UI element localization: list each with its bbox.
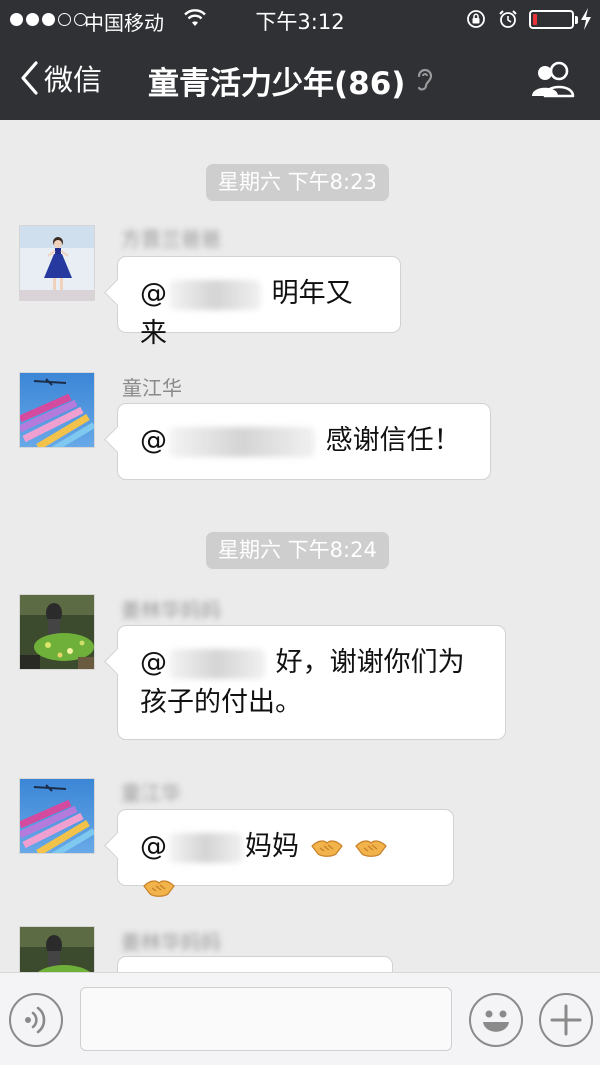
airshow-jets-avatar bbox=[20, 779, 94, 853]
sender-name: 方晋兰爸爸 bbox=[121, 227, 221, 251]
sender-name: 姜林华妈妈 bbox=[121, 598, 221, 622]
more-button[interactable] bbox=[539, 993, 593, 1047]
message-input[interactable] bbox=[80, 987, 452, 1051]
input-bar bbox=[0, 972, 600, 1065]
message-bubble[interactable] bbox=[117, 956, 393, 972]
mention-text: @ bbox=[140, 278, 263, 310]
status-bar: 中国移动 下午3:12 bbox=[0, 0, 600, 38]
message-bubble[interactable]: @ 明年又来 bbox=[117, 256, 401, 349]
mention-text: @ bbox=[140, 647, 267, 679]
back-label: 微信 bbox=[44, 63, 103, 97]
timestamp: 星期六 下午8:23 bbox=[206, 164, 389, 201]
handshake-emoji bbox=[355, 839, 387, 857]
chat-title: 童青活力少年(86) bbox=[148, 60, 435, 102]
voice-input-icon bbox=[25, 1006, 46, 1034]
obscured-name bbox=[169, 426, 315, 457]
top-bar: 中国移动 下午3:12 微信 童青活力少年(86) bbox=[0, 0, 600, 120]
garden-statue-avatar bbox=[20, 927, 94, 972]
chevron-left-icon bbox=[21, 61, 38, 95]
handshake-emoji bbox=[310, 839, 343, 857]
mention-text: @ bbox=[140, 425, 317, 457]
avatar[interactable] bbox=[19, 926, 95, 972]
sender-name: 童江华 bbox=[122, 376, 182, 400]
emoji-button[interactable] bbox=[469, 993, 523, 1047]
sender-name: 姜林华妈妈 bbox=[121, 930, 221, 954]
obscured-name bbox=[169, 832, 243, 863]
earpiece-mode-icon bbox=[418, 68, 433, 91]
rotation-lock-icon bbox=[467, 10, 485, 28]
group-members-icon[interactable] bbox=[528, 60, 578, 100]
chat-area[interactable]: 星期六 下午8:23 方晋兰爸爸 @ 明年又来 童江华 @ 感谢信任！ 星期六 … bbox=[0, 120, 600, 972]
mention-text: @ bbox=[140, 831, 245, 863]
message-text: 感谢信任！ bbox=[317, 425, 461, 456]
garden-statue-avatar bbox=[20, 595, 94, 669]
avatar[interactable] bbox=[19, 778, 95, 854]
avatar[interactable] bbox=[19, 372, 95, 448]
message-bubble[interactable]: @ 妈妈 bbox=[117, 809, 454, 897]
sender-name: 童江华 bbox=[121, 781, 181, 805]
message-text: 妈妈 bbox=[245, 831, 299, 862]
alarm-icon bbox=[499, 10, 517, 28]
airshow-jets-avatar bbox=[20, 373, 94, 447]
obscured-name bbox=[169, 279, 261, 310]
battery-icon bbox=[529, 10, 578, 29]
charging-icon bbox=[581, 8, 591, 30]
emoji-icon bbox=[483, 1010, 509, 1032]
plus-icon bbox=[550, 1004, 582, 1036]
message-bubble[interactable]: @ 好，谢谢你们为孩子的付出。 bbox=[117, 625, 506, 740]
timestamp: 星期六 下午8:24 bbox=[206, 532, 389, 569]
avatar[interactable] bbox=[19, 225, 95, 301]
avatar[interactable] bbox=[19, 594, 95, 670]
handshake-emoji bbox=[143, 879, 175, 897]
girl-blue-dress-avatar bbox=[20, 226, 94, 300]
message-bubble[interactable]: @ 感谢信任！ bbox=[117, 403, 491, 480]
voice-button[interactable] bbox=[9, 993, 63, 1047]
battery-level bbox=[533, 14, 537, 25]
obscured-name bbox=[169, 648, 265, 679]
chat-title-text: 童青活力少年(86) bbox=[148, 65, 406, 102]
navigation-bar: 微信 童青活力少年(86) bbox=[0, 38, 600, 120]
back-button[interactable]: 微信 bbox=[18, 58, 102, 98]
